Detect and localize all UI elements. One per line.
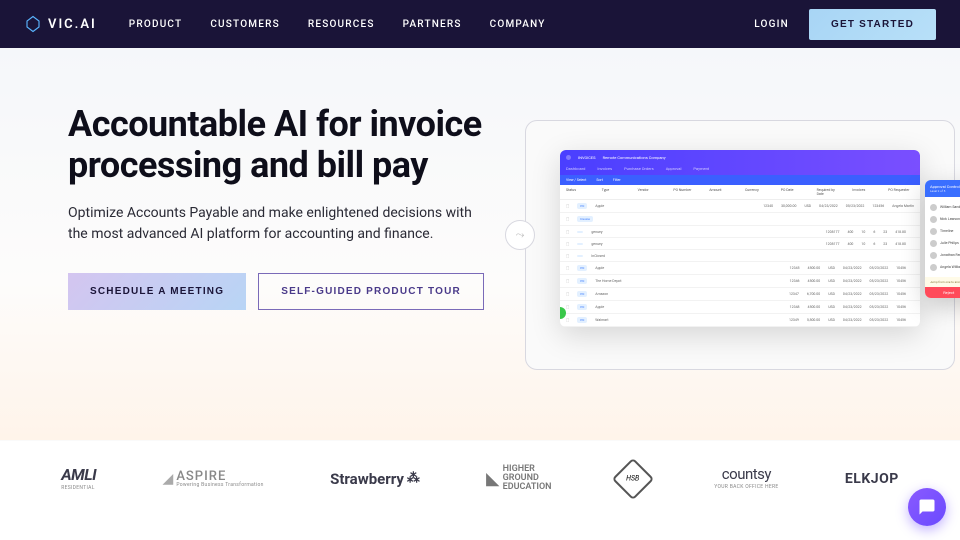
logo-text: HSB bbox=[626, 474, 639, 482]
mock-filters: View / Select Sort Filter bbox=[560, 175, 920, 185]
mock-tab: Payment bbox=[693, 166, 709, 171]
mock-table-body: ⬚POApple1234030,000.00USD04/23/202205/23… bbox=[560, 200, 920, 327]
brand-logo-icon bbox=[24, 15, 42, 33]
nav-left: VIC.AI PRODUCT CUSTOMERS RESOURCES PARTN… bbox=[24, 15, 546, 33]
nav-product[interactable]: PRODUCT bbox=[129, 19, 183, 30]
hero-section: Accountable AI for invoice processing an… bbox=[0, 48, 960, 440]
logo-aspire: ◢ ASPIRE Powering Business Transformatio… bbox=[163, 470, 264, 488]
product-tour-button[interactable]: SELF-GUIDED PRODUCT TOUR bbox=[258, 273, 484, 310]
logo-text: countsy bbox=[722, 467, 771, 482]
mock-filter: Sort bbox=[596, 178, 603, 182]
list-item: Julie Philips bbox=[930, 237, 960, 249]
table-row: ⬚POApple123484500.00USD04/23/202205/23/2… bbox=[560, 301, 920, 314]
hero-title: Accountable AI for invoice processing an… bbox=[68, 104, 508, 187]
hero-buttons: SCHEDULE A MEETING SELF-GUIDED PRODUCT T… bbox=[68, 273, 508, 310]
table-row: ⬚POAmazon123476,700.00USD04/23/202205/23… bbox=[560, 288, 920, 301]
logo-subtext: YOUR BACK OFFICE HERE bbox=[714, 485, 778, 490]
mock-filter: View / Select bbox=[566, 178, 586, 182]
mock-company: Remote Communications Company bbox=[603, 155, 666, 160]
logo-higher-ground: ◣ HIGHER GROUND EDUCATION bbox=[486, 465, 551, 492]
table-row: ⬚genuey120817740010623418.80 bbox=[560, 226, 920, 238]
logo-strawberry: Strawberry ⁂ bbox=[330, 470, 420, 488]
list-item: Timeline bbox=[930, 225, 960, 237]
brand-logo[interactable]: VIC.AI bbox=[24, 15, 97, 33]
hero-copy: Accountable AI for invoice processing an… bbox=[68, 104, 508, 440]
table-row: ⬚Invoice bbox=[560, 213, 920, 226]
logo-countsy: countsy YOUR BACK OFFICE HERE bbox=[714, 467, 778, 490]
mock-filter: Filter bbox=[613, 178, 621, 182]
card-note: Jump from one to another in the app bbox=[925, 277, 960, 287]
mock-tab: Dashboard bbox=[566, 166, 585, 171]
logo-hsb: HSB bbox=[612, 457, 654, 499]
nav-resources[interactable]: RESOURCES bbox=[308, 19, 375, 30]
nav-company[interactable]: COMPANY bbox=[490, 19, 546, 30]
logo-subtext: RESIDENTIAL bbox=[61, 486, 95, 491]
mock-col: Vendor bbox=[638, 188, 664, 196]
card-subtitle: Level 2 of 5 bbox=[930, 189, 960, 193]
list-item: Angela Williams bbox=[930, 261, 960, 273]
mock-app-label: INVOICES bbox=[578, 155, 596, 160]
table-row: ⬚POApple1234030,000.00USD04/23/202205/23… bbox=[560, 200, 920, 213]
mock-col: Required by Date bbox=[817, 188, 843, 196]
mock-titlebar: INVOICES Remote Communications Company bbox=[560, 150, 920, 164]
brand-text: VIC.AI bbox=[48, 17, 97, 32]
triangle-icon: ◢ bbox=[163, 471, 175, 487]
main-nav: PRODUCT CUSTOMERS RESOURCES PARTNERS COM… bbox=[129, 19, 546, 30]
menu-icon bbox=[566, 155, 571, 160]
mock-col: PO Number bbox=[673, 188, 699, 196]
mountain-icon: ◣ bbox=[486, 471, 498, 487]
top-nav: VIC.AI PRODUCT CUSTOMERS RESOURCES PARTN… bbox=[0, 0, 960, 48]
table-row: ⬚genuey120817740010623418.80 bbox=[560, 238, 920, 250]
table-row: ⬚InClosed bbox=[560, 250, 920, 262]
mock-col: Status bbox=[566, 188, 592, 196]
logo-text: AMLI bbox=[61, 467, 96, 483]
mock-tabs: Dashboard Invoices Purchase Orders Appro… bbox=[560, 164, 920, 175]
hero-subtitle: Optimize Accounts Payable and make enlig… bbox=[68, 203, 488, 245]
approval-card-footer: Reject Approve bbox=[925, 287, 960, 298]
logo-text: ASPIRE bbox=[176, 470, 263, 483]
approval-people-list: William SandersNick LawsonTimelineJulie … bbox=[925, 197, 960, 277]
list-item: Nick Lawson bbox=[930, 213, 960, 225]
logo-subtext: Powering Business Transformation bbox=[176, 483, 263, 488]
login-link[interactable]: LOGIN bbox=[754, 19, 789, 30]
berry-icon: ⁂ bbox=[407, 471, 420, 486]
mock-col: Currency bbox=[745, 188, 771, 196]
mock-col: Invoices bbox=[852, 188, 878, 196]
mock-col: PO Date bbox=[781, 188, 807, 196]
mock-tab: Invoices bbox=[597, 166, 612, 171]
approval-card-title: Approval Control Level 2 of 5 bbox=[925, 180, 960, 197]
list-item: Jonathan Reed bbox=[930, 249, 960, 261]
nav-partners[interactable]: PARTNERS bbox=[403, 19, 462, 30]
product-screenshot: ⤳ ➤ INVOICES Remote Communications Compa… bbox=[560, 150, 960, 327]
customer-logos: AMLI RESIDENTIAL ◢ ASPIRE Powering Busin… bbox=[0, 440, 960, 516]
mock-col: Type bbox=[602, 188, 628, 196]
nav-right: LOGIN GET STARTED bbox=[754, 9, 936, 40]
get-started-button[interactable]: GET STARTED bbox=[809, 9, 936, 40]
logo-text: Strawberry bbox=[330, 470, 404, 488]
mock-col: Amount bbox=[709, 188, 735, 196]
logo-text: EDUCATION bbox=[503, 483, 552, 492]
nav-customers[interactable]: CUSTOMERS bbox=[210, 19, 280, 30]
share-icon: ⤳ bbox=[505, 220, 535, 250]
mock-tab: Approval bbox=[666, 166, 682, 171]
chat-icon bbox=[918, 498, 936, 516]
table-row: ⬚POWalmart123495,500.00USD04/23/202205/2… bbox=[560, 314, 920, 327]
mock-table-header: Status Type Vendor PO Number Amount Curr… bbox=[560, 185, 920, 200]
list-item: William Sanders bbox=[930, 201, 960, 213]
reject-button: Reject bbox=[925, 287, 960, 298]
approval-card: Approval Control Level 2 of 5 William Sa… bbox=[925, 180, 960, 298]
logo-elkjop: ELKJOP bbox=[845, 471, 899, 487]
chat-widget-button[interactable] bbox=[908, 488, 946, 526]
mock-col: PO Requester bbox=[888, 188, 914, 196]
mock-app-window: INVOICES Remote Communications Company D… bbox=[560, 150, 920, 327]
logo-amli: AMLI RESIDENTIAL bbox=[61, 467, 96, 491]
table-row: ⬚POApple123454500.00USD04/23/202205/23/2… bbox=[560, 262, 920, 275]
mock-tab: Purchase Orders bbox=[624, 166, 654, 171]
table-row: ⬚POThe Home Depot123464500.00USD04/23/20… bbox=[560, 275, 920, 288]
schedule-meeting-button[interactable]: SCHEDULE A MEETING bbox=[68, 273, 246, 310]
